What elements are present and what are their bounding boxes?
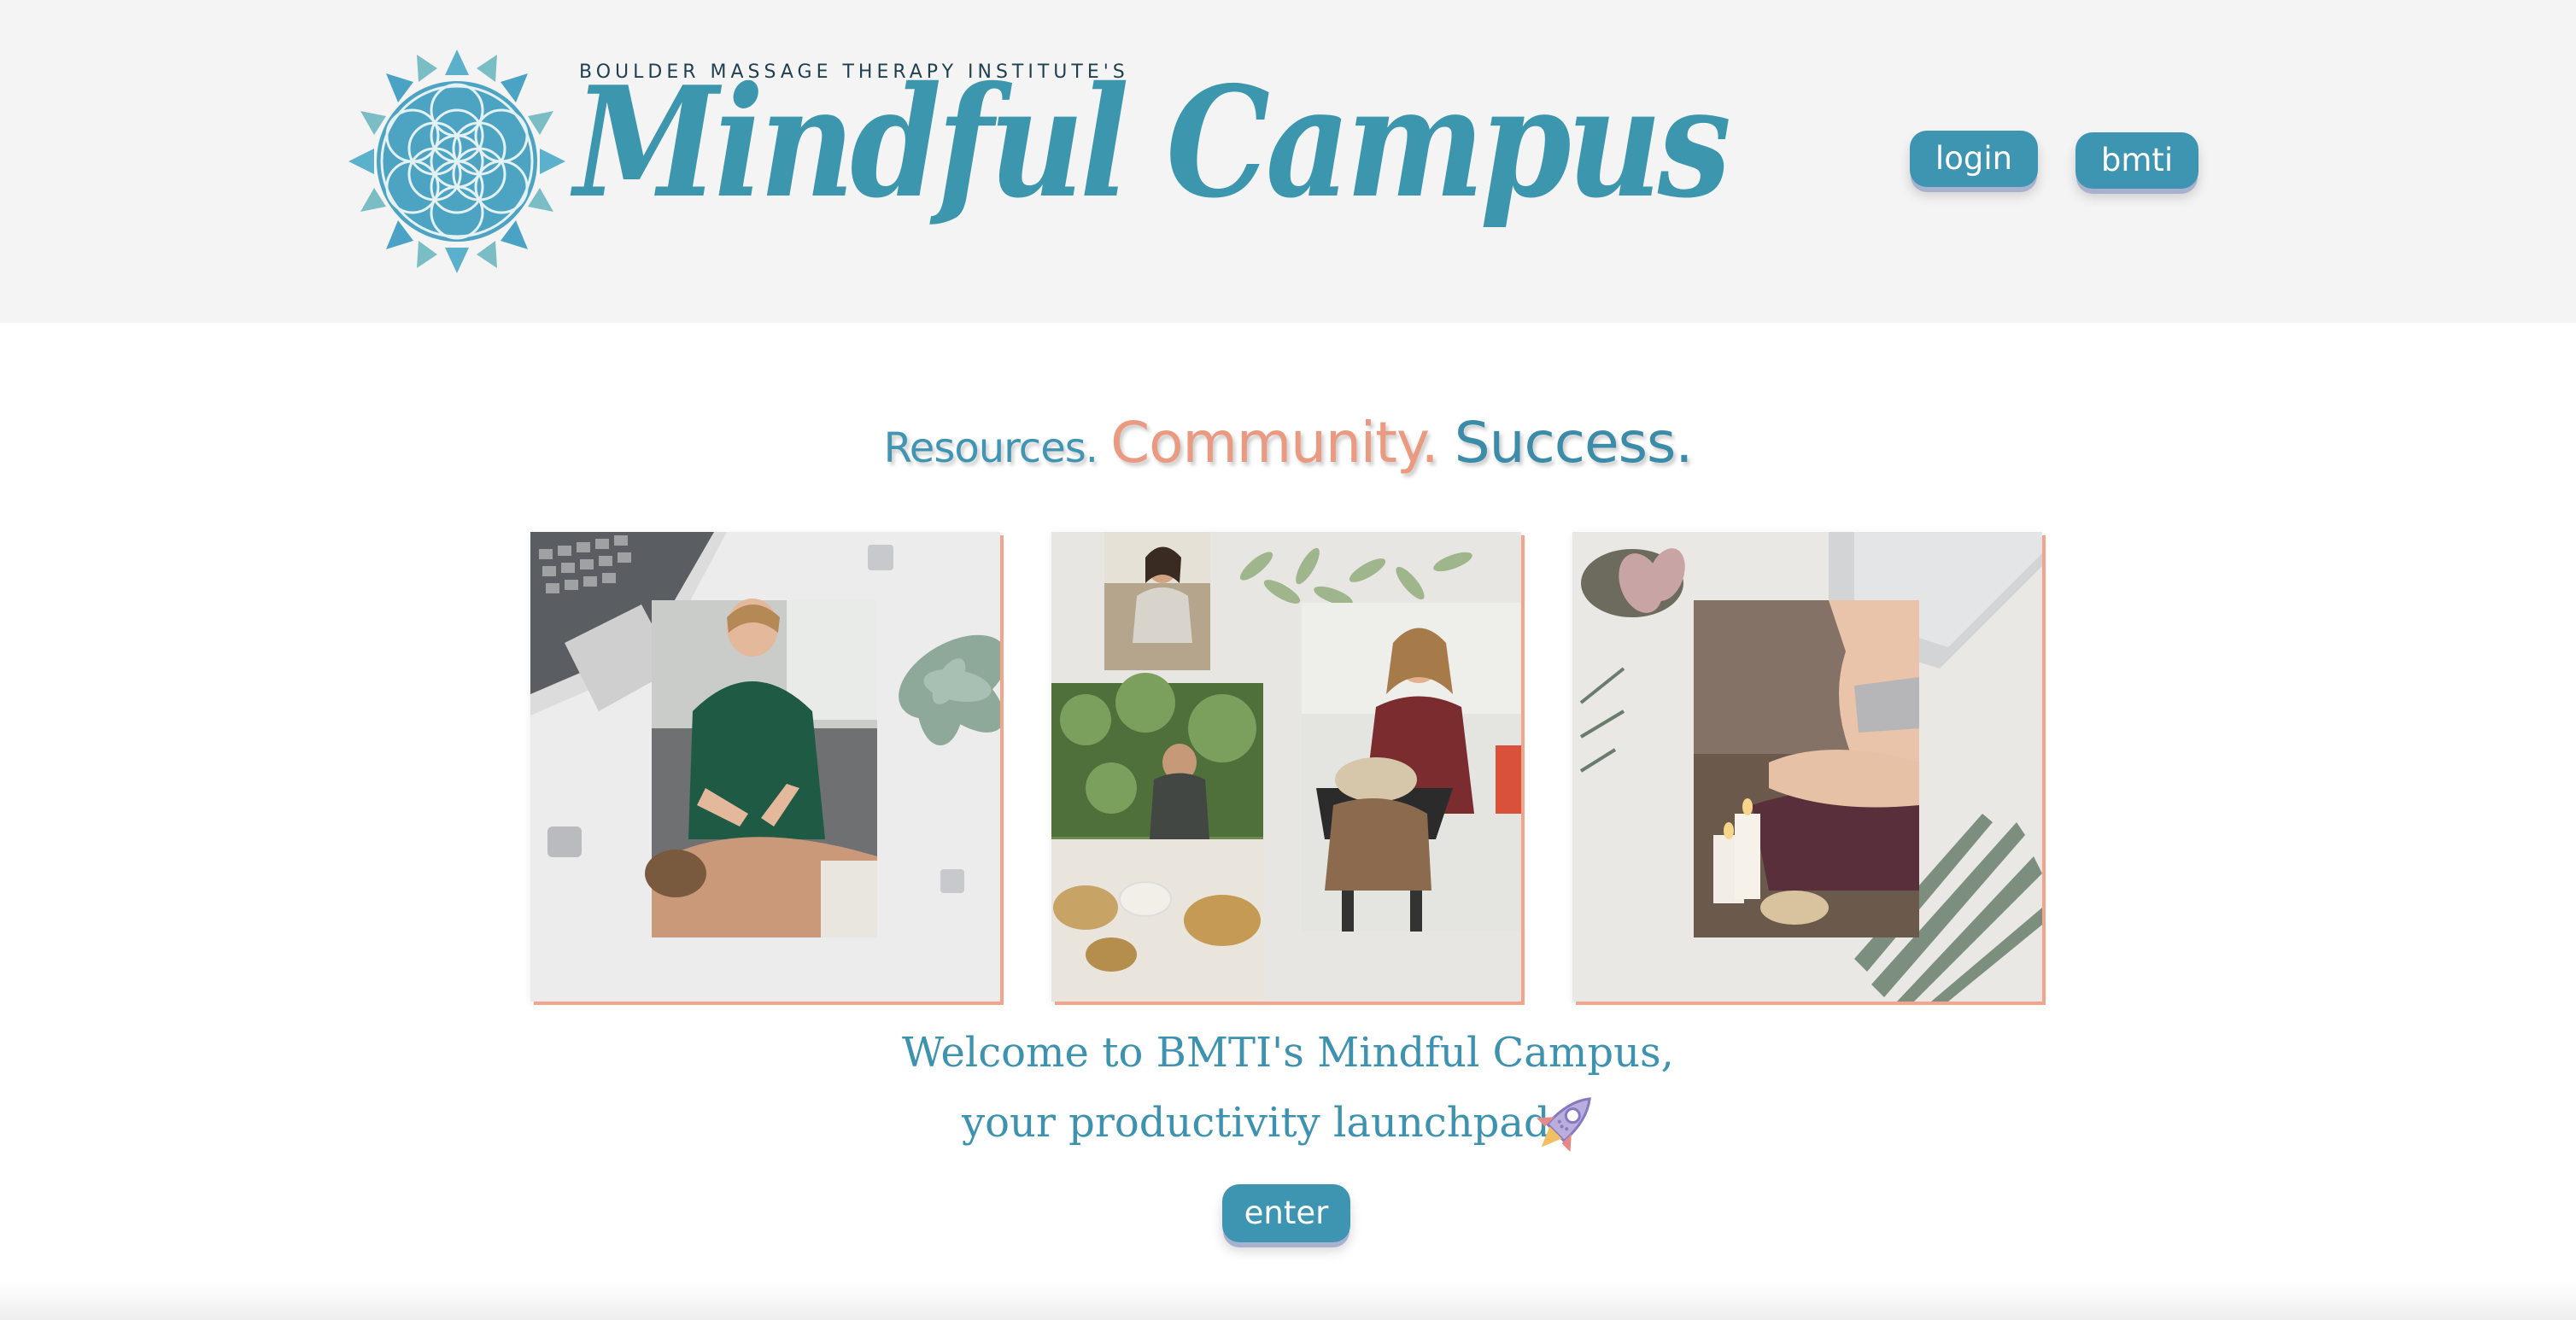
site-header: BOULDER MASSAGE THERAPY INSTITUTE'S Mind… xyxy=(0,0,2576,323)
collage-photo-card[interactable] xyxy=(1051,532,1521,1002)
login-button[interactable]: login xyxy=(1910,131,2038,187)
bmti-button[interactable]: bmti xyxy=(2075,132,2198,189)
tagline: Resources. Community. Success. xyxy=(0,410,2576,478)
tagline-success: Success. xyxy=(1454,410,1694,476)
yoga-photo-card[interactable] xyxy=(1572,532,2042,1002)
welcome-line-1: Welcome to BMTI's Mindful Campus, xyxy=(902,1029,1674,1077)
logo-wordmark[interactable]: Mindful Campus xyxy=(574,67,1731,219)
tagline-resources: Resources. xyxy=(883,424,1098,472)
flower-of-life-lotus-icon[interactable] xyxy=(348,50,565,273)
tagline-community: Community. xyxy=(1110,410,1439,476)
rocket-icon xyxy=(1520,1083,1606,1168)
welcome-line-2: your productivity launchpad. xyxy=(962,1099,1563,1147)
enter-button[interactable]: enter xyxy=(1222,1184,1350,1242)
massage-photo-card[interactable] xyxy=(530,532,1000,1002)
page-bottom-edge xyxy=(0,1281,2576,1320)
welcome-message: Welcome to BMTI's Mindful Campus, your p… xyxy=(0,1018,2576,1158)
